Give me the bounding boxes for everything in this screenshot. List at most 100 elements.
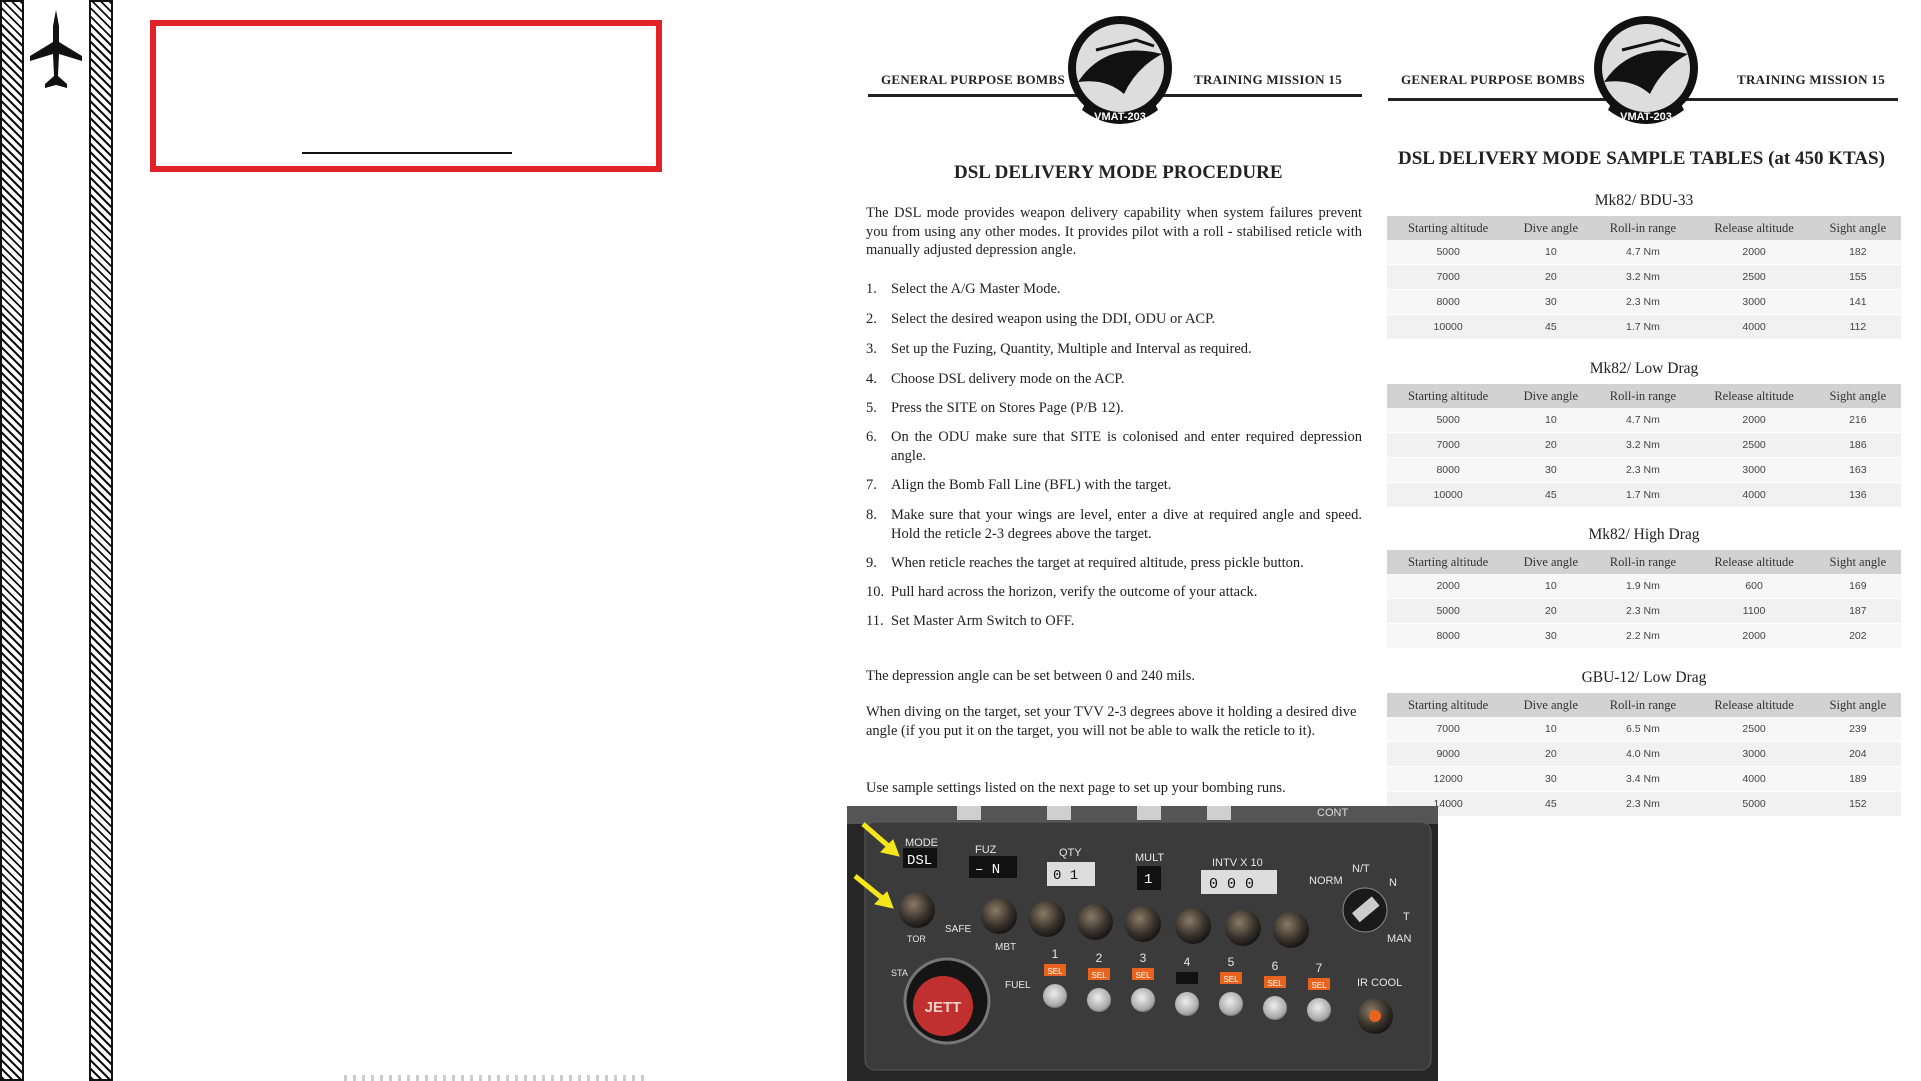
step-number: 3. [866, 341, 877, 357]
step-number: 5. [866, 400, 877, 416]
table-cell: 2000 [1387, 574, 1510, 599]
table-cell: 2.3 Nm [1592, 289, 1694, 315]
station-select-button[interactable] [1087, 988, 1111, 1012]
sample-table: Starting altitude Dive angle Roll-in range… [1387, 216, 1901, 340]
table-cell: 3000 [1693, 741, 1815, 767]
column-header: Roll-in range [1592, 216, 1694, 240]
table-cell: 20 [1509, 741, 1593, 767]
table-cell: 600 [1693, 574, 1815, 599]
table-cell: 4.7 Nm [1592, 240, 1694, 265]
sample-table: Starting altitude Dive angle Roll-in range… [1387, 550, 1901, 649]
table-row: 10000 45 1.7 Nm 4000 112 [1387, 314, 1901, 340]
table-cell: 112 [1814, 314, 1901, 340]
table-cell: 30 [1509, 457, 1593, 483]
station-number: 7 [1316, 961, 1323, 975]
table-cell: 5000 [1387, 598, 1510, 624]
table-cell: 7000 [1387, 717, 1510, 742]
station-select-button[interactable] [1175, 992, 1199, 1016]
table-title: GBU-12/ Low Drag [1581, 669, 1707, 686]
table-cell: 3.4 Nm [1592, 766, 1694, 792]
station-select-button[interactable] [1131, 988, 1155, 1012]
sel-label: SEL [1267, 979, 1283, 988]
table-title: Mk82/ Low Drag [1589, 360, 1699, 377]
step-text: Press the SITE on Stores Page (P/B 12). [891, 400, 1124, 416]
station-select-button[interactable] [1263, 996, 1287, 1020]
station-select-button[interactable] [1043, 984, 1067, 1008]
station-number: 2 [1096, 951, 1103, 965]
man-label: MAN [1387, 933, 1412, 945]
table-cell: 1.7 Nm [1592, 314, 1694, 340]
table-cell: 4000 [1693, 766, 1815, 792]
table-cell: 2500 [1693, 717, 1815, 742]
column-header: Roll-in range [1592, 384, 1694, 408]
step-number: 9. [866, 555, 877, 571]
sel-label: SEL [1311, 981, 1327, 990]
station-number: 3 [1140, 951, 1147, 965]
table-cell: 10 [1509, 240, 1593, 265]
column-header: Dive angle [1509, 216, 1593, 240]
table-cell: 3000 [1693, 289, 1815, 315]
page-header-right: TRAINING MISSION 15 [1194, 72, 1343, 87]
cont-label: CONT [1317, 807, 1348, 819]
sta-label: STA [891, 968, 908, 978]
column-header: Sight angle [1814, 550, 1901, 574]
aircraft-icon [28, 8, 84, 96]
table-cell: 30 [1509, 289, 1593, 315]
table-cell: 8000 [1387, 623, 1510, 649]
table-row: 7000 10 6.5 Nm 2500 239 [1387, 717, 1901, 742]
station-select-button[interactable] [1307, 998, 1331, 1022]
table-cell: 3.2 Nm [1592, 264, 1694, 290]
title-frame [150, 20, 662, 172]
table-title: Mk82/ High Drag [1588, 526, 1700, 543]
table-cell: 45 [1509, 791, 1593, 817]
procedure-step: 1. Select the A/G Master Mode. [866, 280, 1362, 299]
step-number: 4. [866, 371, 877, 387]
column-header: Release altitude [1693, 384, 1815, 408]
column-header: Release altitude [1693, 216, 1815, 240]
station-number: 5 [1228, 955, 1235, 969]
table-cell: 1100 [1693, 598, 1815, 624]
table-row: 14000 45 2.3 Nm 5000 152 [1387, 791, 1901, 817]
procedure-step: 9. When reticle reaches the target at req… [866, 554, 1362, 573]
table-cell: 12000 [1387, 766, 1510, 792]
procedure-step: 6. On the ODU make sure that SITE is colo… [866, 428, 1362, 466]
table-cell: 7000 [1387, 264, 1510, 290]
column-header: Starting altitude [1387, 693, 1510, 717]
table-cell: 20 [1509, 598, 1593, 624]
procedure-step: 8. Make sure that your wings are level, e… [866, 506, 1362, 544]
table-row: 8000 30 2.2 Nm 2000 202 [1387, 623, 1901, 649]
procedure-step: 5. Press the SITE on Stores Page (P/B 12)… [866, 399, 1362, 418]
table-cell: 204 [1814, 741, 1901, 767]
ircool-label: IR COOL [1357, 977, 1402, 989]
intv-label: INTV X 10 [1212, 857, 1263, 869]
table-cell: 152 [1814, 791, 1901, 817]
left-hatch-border [0, 0, 24, 1081]
table-cell: 187 [1814, 598, 1901, 624]
mult-label: MULT [1135, 852, 1164, 864]
table-cell: 2000 [1693, 408, 1815, 433]
table-row: 5000 10 4.7 Nm 2000 216 [1387, 408, 1901, 433]
qty-readout: 0 1 [1053, 868, 1078, 884]
step-text: Select the A/G Master Mode. [891, 281, 1061, 297]
sel-label: SEL [1135, 971, 1151, 980]
column-header: Starting altitude [1387, 216, 1510, 240]
table-cell: 1.9 Nm [1592, 574, 1694, 599]
safe-label: SAFE [945, 924, 971, 935]
squadron-emblem-2: VMAT-203 [1592, 10, 1700, 140]
table-cell: 30 [1509, 623, 1593, 649]
station-select-button[interactable] [1219, 992, 1243, 1016]
column-header: Sight angle [1814, 216, 1901, 240]
table-cell: 4.7 Nm [1592, 408, 1694, 433]
table-cell: 3.2 Nm [1592, 432, 1694, 458]
emblem-label-2: VMAT-203 [1620, 111, 1672, 123]
column-header: Dive angle [1509, 384, 1593, 408]
table-cell: 5000 [1387, 240, 1510, 265]
table-cell: 141 [1814, 289, 1901, 315]
table-cell: 20 [1509, 432, 1593, 458]
table-title: Mk82/ BDU-33 [1594, 192, 1694, 209]
procedure-title: DSL DELIVERY MODE PROCEDURE [954, 162, 1283, 183]
table-cell: 10000 [1387, 314, 1510, 340]
step-text: Select the desired weapon using the DDI,… [891, 311, 1216, 327]
step-text: Choose DSL delivery mode on the ACP. [891, 371, 1125, 387]
table-cell: 1.7 Nm [1592, 482, 1694, 508]
